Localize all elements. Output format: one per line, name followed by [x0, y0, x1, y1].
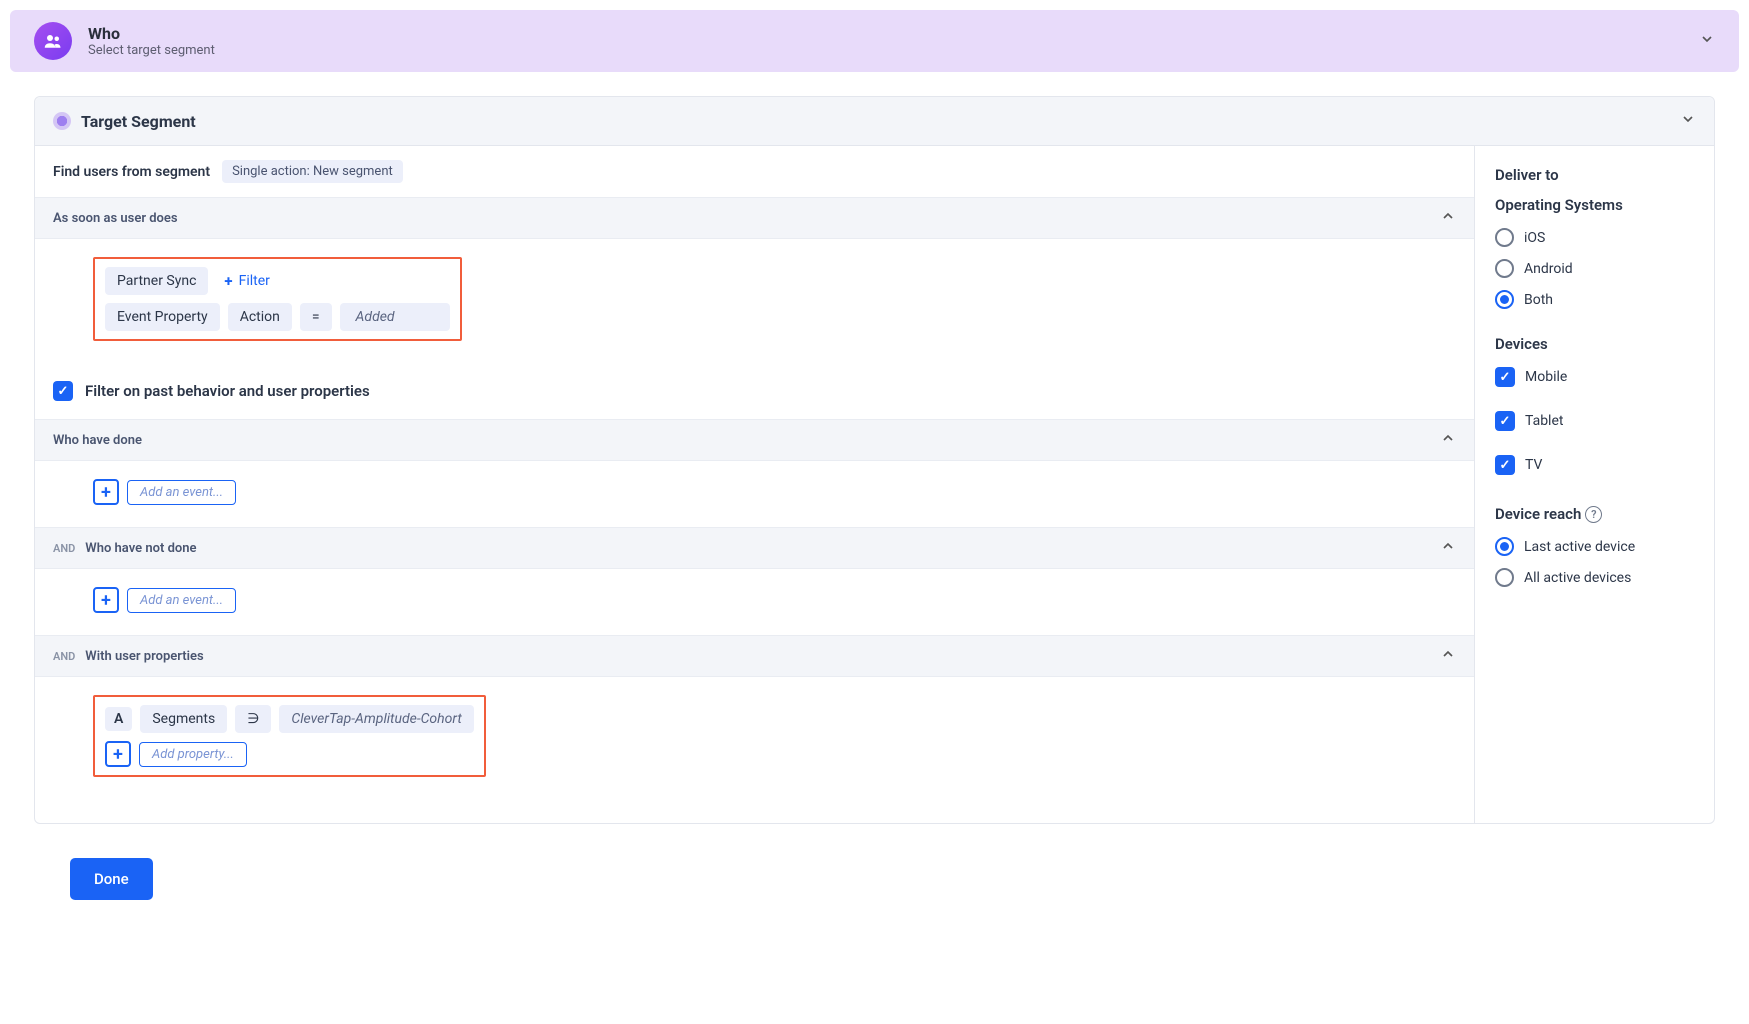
chevron-up-icon[interactable]: [1440, 538, 1456, 558]
reach-heading: Device reach ?: [1495, 505, 1694, 523]
radio-icon: [1495, 259, 1514, 278]
deliver-to-panel: Deliver to Operating Systems iOS Android…: [1474, 146, 1714, 823]
checkbox-icon: [1495, 367, 1515, 387]
userprops-title: With user properties: [85, 649, 203, 664]
done-button[interactable]: Done: [70, 858, 153, 900]
operator-pill[interactable]: ∋: [235, 705, 271, 733]
chevron-down-icon[interactable]: [1699, 31, 1715, 51]
device-option-tv[interactable]: TV: [1495, 449, 1694, 481]
who-title: Who: [88, 24, 215, 43]
done-title: Who have done: [53, 433, 142, 448]
chevron-up-icon[interactable]: [1440, 430, 1456, 450]
segments-key-pill[interactable]: Segments: [140, 705, 227, 733]
done-header[interactable]: Who have done: [35, 419, 1474, 461]
plus-icon: +: [224, 272, 232, 290]
letter-pill: A: [105, 707, 132, 731]
filter-behavior-row[interactable]: Filter on past behavior and user propert…: [35, 363, 1474, 419]
reach-option-last[interactable]: Last active device: [1495, 531, 1694, 562]
target-segment-card: Target Segment Find users from segment S…: [34, 96, 1715, 824]
and-tag: AND: [53, 542, 75, 555]
left-column: Find users from segment Single action: N…: [35, 146, 1474, 823]
done-body: + Add an event...: [35, 461, 1474, 527]
and-tag: AND: [53, 650, 75, 663]
userprops-body: A Segments ∋ CleverTap-Amplitude-Cohort …: [35, 677, 1474, 799]
os-option-both[interactable]: Both: [1495, 284, 1694, 315]
chevron-up-icon[interactable]: [1440, 208, 1456, 228]
device-option-tablet[interactable]: Tablet: [1495, 405, 1694, 437]
devices-heading: Devices: [1495, 335, 1694, 353]
find-users-label: Find users from segment: [53, 164, 210, 180]
add-event-input[interactable]: Add an event...: [127, 588, 236, 613]
segment-badge[interactable]: Single action: New segment: [222, 160, 403, 183]
target-segment-header[interactable]: Target Segment: [35, 97, 1714, 146]
event-highlight-box: Partner Sync + Filter Event Property Act…: [93, 257, 462, 341]
as-soon-as-header[interactable]: As soon as user does: [35, 197, 1474, 239]
property-key-pill[interactable]: Action: [228, 303, 292, 331]
target-segment-body: Find users from segment Single action: N…: [35, 146, 1714, 823]
deliver-to-title: Deliver to: [1495, 166, 1694, 184]
target-segment-radio-icon: [53, 112, 71, 130]
operator-pill[interactable]: =: [300, 303, 332, 331]
notdone-title: Who have not done: [85, 541, 196, 556]
help-icon[interactable]: ?: [1585, 506, 1602, 523]
add-event-plus-button[interactable]: +: [93, 479, 119, 505]
as-soon-as-title: As soon as user does: [53, 211, 178, 226]
find-users-row: Find users from segment Single action: N…: [35, 160, 1474, 197]
add-property-plus-button[interactable]: +: [105, 741, 131, 767]
reach-option-all[interactable]: All active devices: [1495, 562, 1694, 593]
chevron-up-icon[interactable]: [1440, 646, 1456, 666]
event-property-pill[interactable]: Event Property: [105, 303, 220, 331]
target-segment-title: Target Segment: [81, 112, 1670, 131]
property-value-pill[interactable]: Added: [340, 303, 450, 331]
filter-behavior-checkbox[interactable]: [53, 381, 73, 401]
who-subtitle: Select target segment: [88, 43, 215, 58]
as-soon-as-body: Partner Sync + Filter Event Property Act…: [35, 239, 1474, 363]
os-option-android[interactable]: Android: [1495, 253, 1694, 284]
notdone-body: + Add an event...: [35, 569, 1474, 635]
who-banner[interactable]: Who Select target segment: [10, 10, 1739, 72]
userprops-highlight-box: A Segments ∋ CleverTap-Amplitude-Cohort …: [93, 695, 486, 777]
add-property-input[interactable]: Add property...: [139, 742, 247, 767]
who-text: Who Select target segment: [88, 24, 215, 58]
checkbox-icon: [1495, 411, 1515, 431]
os-heading: Operating Systems: [1495, 196, 1694, 214]
filter-behavior-label: Filter on past behavior and user propert…: [85, 382, 370, 400]
notdone-header[interactable]: AND Who have not done: [35, 527, 1474, 569]
add-filter-link[interactable]: + Filter: [224, 272, 269, 290]
event-name-pill[interactable]: Partner Sync: [105, 267, 208, 295]
add-event-input[interactable]: Add an event...: [127, 480, 236, 505]
radio-icon: [1495, 568, 1514, 587]
checkbox-icon: [1495, 455, 1515, 475]
segments-value-pill[interactable]: CleverTap-Amplitude-Cohort: [279, 705, 473, 733]
radio-icon: [1495, 537, 1514, 556]
add-event-plus-button[interactable]: +: [93, 587, 119, 613]
chevron-down-icon[interactable]: [1680, 111, 1696, 131]
who-icon: [34, 22, 72, 60]
os-option-ios[interactable]: iOS: [1495, 222, 1694, 253]
radio-icon: [1495, 290, 1514, 309]
userprops-header[interactable]: AND With user properties: [35, 635, 1474, 677]
device-option-mobile[interactable]: Mobile: [1495, 361, 1694, 393]
radio-icon: [1495, 228, 1514, 247]
